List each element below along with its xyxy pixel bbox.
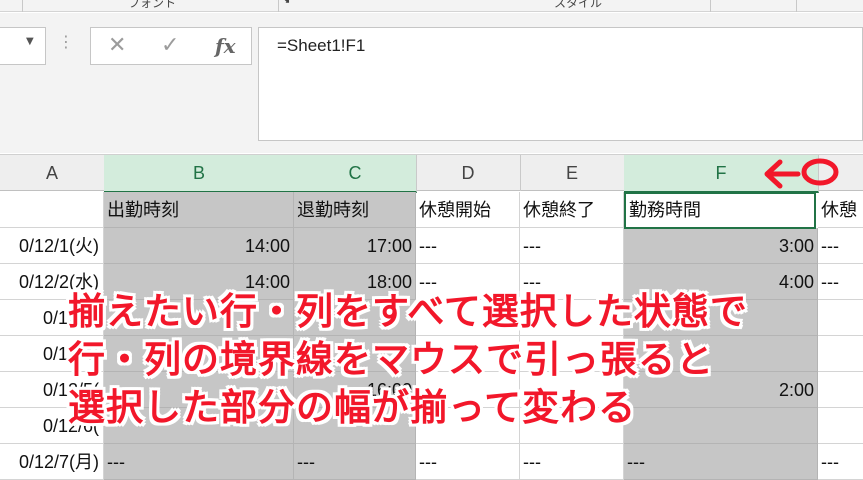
cell-f8[interactable]: --- — [624, 444, 818, 480]
cell-f2[interactable]: 3:00 — [624, 228, 818, 264]
cell-d2[interactable]: --- — [416, 228, 520, 264]
cell-e1[interactable]: 休憩終了 — [520, 192, 624, 228]
cell-b8[interactable]: --- — [104, 444, 294, 480]
ribbon-group-style-label: スタイル — [554, 0, 603, 10]
cell-c8[interactable]: --- — [294, 444, 416, 480]
ribbon-separator — [710, 0, 711, 12]
cell-a8[interactable]: 0/12/7(月) — [0, 444, 104, 480]
annotation-line-2: 行・列の境界線をマウスで引っ張ると — [68, 338, 714, 381]
cell-d8[interactable]: --- — [416, 444, 520, 480]
column-header-e[interactable]: E — [520, 155, 625, 191]
chevron-down-icon[interactable]: ▼ — [26, 36, 34, 47]
cell-e8[interactable]: --- — [520, 444, 624, 480]
annotation-line-3: 選択した部分の幅が揃って変わる — [68, 386, 637, 429]
cell-a1[interactable] — [0, 192, 104, 228]
column-header-c[interactable]: C — [294, 155, 417, 193]
cell-c1[interactable]: 退勤時刻 — [294, 192, 416, 228]
cell-f1-value: 勤務時間 — [629, 200, 701, 220]
ribbon-group-font-label: フォント — [128, 0, 177, 10]
cell-c2[interactable]: 17:00 — [294, 228, 416, 264]
font-dialog-launcher-icon[interactable]: ⬊ — [282, 0, 290, 6]
cell-g1[interactable]: 休憩 — [818, 192, 863, 228]
enter-icon[interactable]: ✓ — [161, 33, 179, 59]
ribbon-separator — [278, 0, 279, 12]
cell-g2[interactable]: --- — [818, 228, 863, 264]
annotation-overlay: 揃えたい行・列をすべて選択した状態で 行・列の境界線をマウスで引っ張ると 選択し… — [68, 288, 863, 432]
formula-input[interactable]: =Sheet1!F1 — [258, 27, 863, 141]
insert-function-button[interactable]: fx — [215, 34, 236, 58]
column-header-row: A B C D E F — [0, 154, 863, 193]
formula-text: =Sheet1!F1 — [277, 36, 366, 55]
active-cell-f1[interactable]: 勤務時間 — [624, 192, 816, 229]
formula-bar-grip-icon[interactable]: ⋮ — [58, 34, 74, 50]
annotation-arrow-icon — [764, 158, 839, 189]
annotation-line-1: 揃えたい行・列をすべて選択した状態で — [68, 290, 748, 333]
cell-b2[interactable]: 14:00 — [104, 228, 294, 264]
ribbon-separator — [22, 0, 23, 12]
cell-a2[interactable]: 0/12/1(火) — [0, 228, 104, 264]
ribbon-strip: フォント ⬊ スタイル — [0, 0, 863, 12]
cell-b1[interactable]: 出勤時刻 — [104, 192, 294, 228]
column-header-d[interactable]: D — [416, 155, 521, 191]
ribbon-separator — [796, 0, 797, 12]
cell-g8[interactable]: --- — [818, 444, 863, 480]
name-box[interactable]: ▼ — [0, 27, 46, 65]
cell-e2[interactable]: --- — [520, 228, 624, 264]
cancel-icon[interactable]: ✕ — [108, 33, 126, 59]
formula-buttons: ✕ ✓ fx — [90, 27, 252, 65]
column-header-b[interactable]: B — [104, 155, 295, 193]
annotation-circle — [801, 158, 839, 186]
cell-d1[interactable]: 休憩開始 — [416, 192, 520, 228]
column-header-a[interactable]: A — [0, 155, 105, 191]
